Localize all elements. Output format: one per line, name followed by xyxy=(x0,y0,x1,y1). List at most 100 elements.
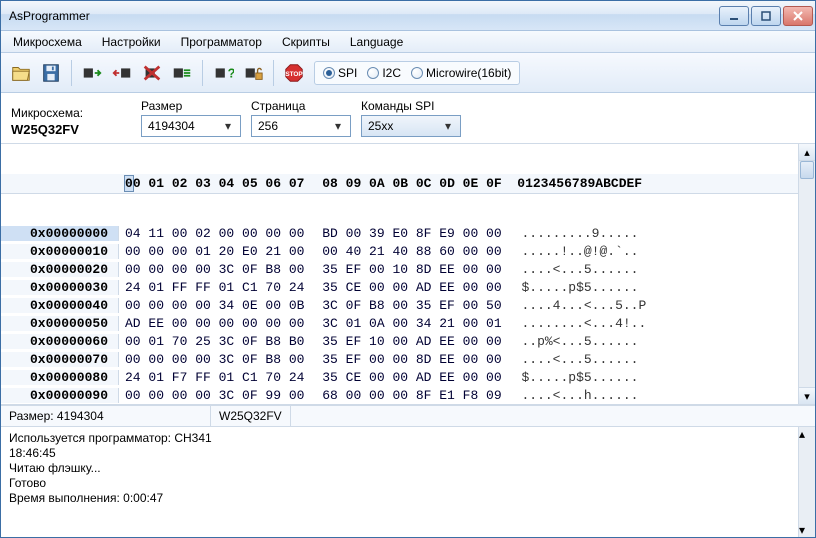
hex-row[interactable]: 0x0000001000 00 00 01 20 E0 21 00 00 40 … xyxy=(1,242,798,260)
menu-language[interactable]: Language xyxy=(340,31,413,52)
hex-ascii: $.....p$5...... xyxy=(521,370,638,385)
hex-header-row: 00 01 02 03 04 05 06 07 08 09 0A 0B 0C 0… xyxy=(1,174,798,194)
toolbar: ? STOP SPI I2C Microwire(16bit) xyxy=(1,53,815,93)
scroll-track[interactable] xyxy=(799,161,815,387)
hex-ascii: ....<...5...... xyxy=(521,262,638,277)
spi-value: 25xx xyxy=(368,119,393,133)
hex-address: 0x00000070 xyxy=(1,352,119,367)
page-group: Страница 256 ▾ xyxy=(251,99,351,137)
params-row: Микросхема: W25Q32FV Размер 4194304 ▾ Ст… xyxy=(1,93,815,144)
chip-write-button[interactable] xyxy=(108,59,136,87)
hex-bytes[interactable]: 24 01 FF FF 01 C1 70 24 35 CE 00 00 AD E… xyxy=(119,280,509,295)
hex-bytes[interactable]: 00 00 00 00 34 0E 00 0B 3C 0F B8 00 35 E… xyxy=(119,298,509,313)
hex-row[interactable]: 0x0000000004 11 00 02 00 00 00 00 BD 00 … xyxy=(1,224,798,242)
hex-row[interactable]: 0x0000008024 01 F7 FF 01 C1 70 24 35 CE … xyxy=(1,368,798,386)
hex-address: 0x00000000 xyxy=(1,226,119,241)
hex-address: 0x00000050 xyxy=(1,316,119,331)
hex-address: 0x00000080 xyxy=(1,370,119,385)
open-file-button[interactable] xyxy=(7,59,35,87)
menu-chip[interactable]: Микросхема xyxy=(3,31,92,52)
hex-address: 0x00000020 xyxy=(1,262,119,277)
hex-header-columns: 00 01 02 03 04 05 06 07 08 09 0A 0B 0C 0… xyxy=(119,176,642,191)
hex-bytes[interactable]: 00 00 00 00 3C 0F B8 00 35 EF 00 10 8D E… xyxy=(119,262,509,277)
hex-bytes[interactable]: 04 11 00 02 00 00 00 00 BD 00 39 E0 8F E… xyxy=(119,226,509,241)
chip-label: Микросхема: xyxy=(11,106,131,120)
size-combo[interactable]: 4194304 ▾ xyxy=(141,115,241,137)
hex-row[interactable]: 0x0000006000 01 70 25 3C 0F B8 B0 35 EF … xyxy=(1,332,798,350)
toolbar-separator xyxy=(71,60,72,86)
hex-grid: 00 01 02 03 04 05 06 07 08 09 0A 0B 0C 0… xyxy=(1,144,815,405)
window-title: AsProgrammer xyxy=(9,9,719,23)
log-scrollbar[interactable]: ▴ ▾ xyxy=(798,427,815,537)
scroll-up-button[interactable]: ▴ xyxy=(799,427,815,441)
minimize-button[interactable] xyxy=(719,6,749,26)
hex-bytes[interactable]: 00 00 00 01 20 E0 21 00 00 40 21 40 88 6… xyxy=(119,244,509,259)
size-label: Размер xyxy=(141,99,241,113)
spi-label: Команды SPI xyxy=(361,99,461,113)
hex-address: 0x00000040 xyxy=(1,298,119,313)
scroll-down-button[interactable]: ▾ xyxy=(799,387,815,404)
toolbar-separator xyxy=(202,60,203,86)
page-value: 256 xyxy=(258,119,278,133)
close-button[interactable] xyxy=(783,6,813,26)
hex-bytes[interactable]: 00 01 70 25 3C 0F B8 B0 35 EF 10 00 AD E… xyxy=(119,334,509,349)
scroll-track[interactable] xyxy=(799,441,815,523)
app-window: AsProgrammer Микросхема Настройки Програ… xyxy=(0,0,816,538)
hex-row[interactable]: 0x00000050AD EE 00 00 00 00 00 00 3C 01 … xyxy=(1,314,798,332)
radio-dot-icon xyxy=(411,67,423,79)
hex-row[interactable]: 0x0000002000 00 00 00 3C 0F B8 00 35 EF … xyxy=(1,260,798,278)
hex-bytes[interactable]: 24 01 F7 FF 01 C1 70 24 35 CE 00 00 AD E… xyxy=(119,370,509,385)
interface-radio-group: SPI I2C Microwire(16bit) xyxy=(314,61,520,85)
hex-bytes[interactable]: 00 00 00 00 3C 0F 99 00 68 00 00 00 8F E… xyxy=(119,388,509,403)
hex-bytes[interactable]: AD EE 00 00 00 00 00 00 3C 01 0A 00 34 2… xyxy=(119,316,509,331)
hex-ascii: ..p%<...5...... xyxy=(521,334,638,349)
hex-scrollbar[interactable]: ▴ ▾ xyxy=(798,144,815,404)
chip-read-button[interactable] xyxy=(78,59,106,87)
chip-name-group: Микросхема: W25Q32FV xyxy=(11,106,131,137)
scroll-up-button[interactable]: ▴ xyxy=(799,144,815,161)
hex-rows: 0x0000000004 11 00 02 00 00 00 00 BD 00 … xyxy=(1,224,798,405)
hex-ascii: .....!..@!@.`.. xyxy=(521,244,638,259)
hex-ascii: ....<...h...... xyxy=(521,388,638,403)
hex-body[interactable]: 00 01 02 03 04 05 06 07 08 09 0A 0B 0C 0… xyxy=(1,144,798,404)
chip-detect-button[interactable]: ? xyxy=(209,59,237,87)
svg-text:?: ? xyxy=(228,65,234,80)
hex-bytes[interactable]: 00 00 00 00 3C 0F B8 00 35 EF 00 00 8D E… xyxy=(119,352,509,367)
spi-commands-combo[interactable]: 25xx ▾ xyxy=(361,115,461,137)
save-file-button[interactable] xyxy=(37,59,65,87)
chip-unlock-button[interactable] xyxy=(239,59,267,87)
hex-row[interactable]: 0x0000007000 00 00 00 3C 0F B8 00 35 EF … xyxy=(1,350,798,368)
svg-text:STOP: STOP xyxy=(285,70,303,77)
scroll-down-button[interactable]: ▾ xyxy=(799,523,815,537)
radio-microwire[interactable]: Microwire(16bit) xyxy=(411,66,511,80)
hex-row[interactable]: 0x0000009000 00 00 00 3C 0F 99 00 68 00 … xyxy=(1,386,798,404)
scroll-thumb[interactable] xyxy=(800,161,814,179)
menu-scripts[interactable]: Скрипты xyxy=(272,31,340,52)
size-value: 4194304 xyxy=(148,119,195,133)
log-text[interactable]: Используется программатор: CH341 18:46:4… xyxy=(1,427,798,537)
hex-ascii: ........<...4!.. xyxy=(521,316,646,331)
radio-dot-icon xyxy=(323,67,335,79)
status-size: Размер: 4194304 xyxy=(1,406,211,426)
menu-settings[interactable]: Настройки xyxy=(92,31,171,52)
maximize-button[interactable] xyxy=(751,6,781,26)
chevron-down-icon: ▾ xyxy=(330,119,346,133)
hex-row[interactable]: 0x0000003024 01 FF FF 01 C1 70 24 35 CE … xyxy=(1,278,798,296)
hex-editor: 00 01 02 03 04 05 06 07 08 09 0A 0B 0C 0… xyxy=(1,144,815,537)
hex-ascii: ....<...5...... xyxy=(521,352,638,367)
stop-button[interactable]: STOP xyxy=(280,59,308,87)
radio-spi[interactable]: SPI xyxy=(323,66,357,80)
radio-i2c[interactable]: I2C xyxy=(367,66,401,80)
menu-programmer[interactable]: Программатор xyxy=(171,31,272,52)
hex-row[interactable]: 0x000000A000 00 00 00 34 0E 20 45 3C 0F … xyxy=(1,404,798,405)
hex-ascii: $.....p$5...... xyxy=(521,280,638,295)
chip-verify-button[interactable] xyxy=(168,59,196,87)
chip-erase-button[interactable] xyxy=(138,59,166,87)
hex-row[interactable]: 0x0000004000 00 00 00 34 0E 00 0B 3C 0F … xyxy=(1,296,798,314)
hex-address: 0x00000030 xyxy=(1,280,119,295)
chevron-down-icon: ▾ xyxy=(220,119,236,133)
toolbar-separator xyxy=(273,60,274,86)
titlebar: AsProgrammer xyxy=(1,1,815,31)
status-bar: Размер: 4194304 W25Q32FV xyxy=(1,405,815,427)
page-combo[interactable]: 256 ▾ xyxy=(251,115,351,137)
